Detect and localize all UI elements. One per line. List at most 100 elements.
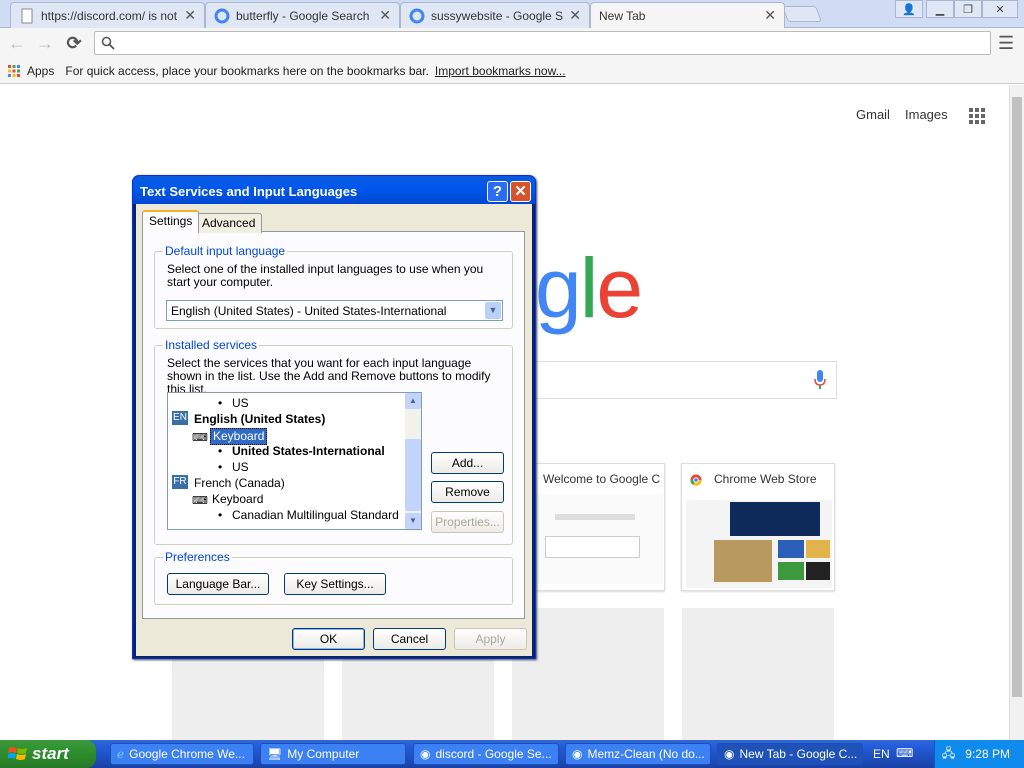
- apps-label[interactable]: Apps: [27, 64, 54, 78]
- tree-item[interactable]: Canadian Multilingual Standard: [232, 509, 399, 522]
- images-link[interactable]: Images: [905, 107, 948, 122]
- tile-title: Chrome Web Store: [714, 472, 817, 486]
- google-logo: gle: [535, 241, 643, 335]
- group-description: Select the services that you want for ea…: [167, 356, 491, 396]
- tree-bullet: •: [218, 460, 223, 474]
- keyboard-icon[interactable]: ⌨: [896, 746, 913, 760]
- taskbar-item-memz[interactable]: ◉ Memz-Clean (No do...: [565, 743, 711, 765]
- chrome-icon: ◉: [572, 747, 583, 761]
- ok-button[interactable]: OK: [292, 628, 365, 650]
- taskbar-item-label: discord - Google Se...: [435, 747, 552, 761]
- search-icon: [101, 36, 115, 50]
- apps-icon[interactable]: [8, 64, 20, 77]
- back-button[interactable]: ←: [6, 33, 28, 53]
- start-label: start: [32, 744, 69, 763]
- restore-button[interactable]: ❐: [954, 0, 982, 18]
- taskbar-item-label: My Computer: [287, 747, 360, 761]
- scrollbar-thumb[interactable]: [1012, 97, 1022, 697]
- help-button[interactable]: ?: [487, 181, 508, 202]
- close-icon[interactable]: ✕: [379, 7, 391, 24]
- microphone-icon[interactable]: [814, 370, 826, 390]
- services-tree[interactable]: • US EN English (United States) ⌨ Keyboa…: [167, 392, 422, 530]
- tile-thumbnail: [535, 494, 663, 584]
- taskbar-item-my-computer[interactable]: 🖥 My Computer: [260, 743, 406, 765]
- chevron-down-icon[interactable]: ▼: [485, 302, 501, 319]
- remove-button[interactable]: Remove: [431, 481, 504, 503]
- group-label: Installed services: [163, 338, 260, 352]
- bookmarks-hint: For quick access, place your bookmarks h…: [65, 63, 429, 78]
- taskbar-item-label: Memz-Clean (No do...: [587, 747, 705, 761]
- tab-strip: https://discord.com/ is not a ✕ butterfl…: [0, 0, 1024, 28]
- reload-button[interactable]: ⟳: [63, 33, 85, 53]
- tree-item[interactable]: Keyboard: [212, 493, 263, 506]
- google-apps-icon[interactable]: [969, 108, 985, 124]
- tree-item-language[interactable]: French (Canada): [194, 477, 285, 490]
- tree-bullet: •: [218, 444, 223, 458]
- keyboard-icon: ⌨: [192, 495, 208, 507]
- text-services-dialog: Text Services and Input Languages ? ✕ Se…: [132, 175, 536, 659]
- dialog-close-button[interactable]: ✕: [510, 181, 531, 202]
- menu-icon[interactable]: ☰: [998, 33, 1014, 54]
- group-label: Default input language: [163, 244, 288, 258]
- tree-item-keyboard-selected[interactable]: Keyboard: [210, 428, 268, 445]
- tree-scrollbar[interactable]: ▲ ▼: [405, 393, 421, 529]
- start-button[interactable]: start: [0, 740, 96, 768]
- tree-item[interactable]: United States-International: [232, 445, 385, 458]
- tab-new-tab[interactable]: New Tab ✕: [590, 2, 785, 28]
- address-bar[interactable]: [94, 31, 991, 55]
- default-language-select[interactable]: English (United States) - United States-…: [166, 300, 503, 321]
- taskbar-item-new-tab[interactable]: ◉ New Tab - Google C...: [717, 743, 863, 765]
- tab-advanced[interactable]: Advanced: [195, 213, 263, 233]
- scrollbar[interactable]: [1009, 85, 1024, 740]
- tree-item[interactable]: US: [232, 461, 249, 474]
- google-icon: [214, 8, 230, 23]
- installed-services-group: Installed services Select the services t…: [154, 338, 513, 545]
- language-code-badge: EN: [172, 411, 188, 425]
- clock[interactable]: 9:28 PM: [965, 747, 1010, 761]
- tree-item[interactable]: US: [232, 397, 249, 410]
- close-icon[interactable]: ✕: [569, 7, 581, 24]
- tab-butterfly[interactable]: butterfly - Google Search ✕: [205, 2, 400, 28]
- taskbar-item-label: Google Chrome We...: [129, 747, 245, 761]
- add-button[interactable]: Add...: [431, 452, 504, 474]
- language-bar-button[interactable]: Language Bar...: [167, 573, 269, 595]
- language-indicator[interactable]: EN: [873, 747, 890, 761]
- bookmarks-bar: Apps For quick access, place your bookma…: [0, 58, 1024, 84]
- tree-bullet: •: [218, 508, 223, 522]
- tab-sussywebsite[interactable]: sussywebsite - Google Search ✕: [400, 2, 590, 28]
- new-tab-button[interactable]: [782, 6, 822, 22]
- scroll-down-icon[interactable]: ▼: [405, 513, 421, 529]
- tree-item-language[interactable]: English (United States): [194, 413, 325, 426]
- keyboard-icon: ⌨: [192, 432, 208, 444]
- scrollbar-thumb[interactable]: [405, 439, 421, 511]
- tab-title: sussywebsite - Google Search: [431, 8, 564, 23]
- tile-chrome-web-store[interactable]: Chrome Web Store: [681, 463, 835, 591]
- apply-button[interactable]: Apply: [454, 628, 527, 650]
- import-bookmarks-link[interactable]: Import bookmarks now...: [435, 64, 566, 78]
- properties-button[interactable]: Properties...: [431, 511, 504, 533]
- minimize-button[interactable]: ▁: [926, 0, 954, 18]
- tree-bullet: •: [218, 396, 223, 410]
- key-settings-button[interactable]: Key Settings...: [284, 573, 386, 595]
- forward-button[interactable]: →: [34, 33, 56, 53]
- taskbar-item-ie[interactable]: ℯ Google Chrome We...: [110, 743, 254, 765]
- gmail-link[interactable]: Gmail: [856, 107, 890, 122]
- taskbar-item-discord[interactable]: ◉ discord - Google Se...: [413, 743, 559, 765]
- dialog-titlebar[interactable]: Text Services and Input Languages: [133, 176, 535, 204]
- google-icon: [409, 8, 425, 23]
- network-icon[interactable]: 🖧: [942, 744, 955, 765]
- scroll-up-icon[interactable]: ▲: [405, 393, 421, 409]
- close-icon[interactable]: ✕: [764, 7, 776, 24]
- window-close-button[interactable]: ✕: [982, 0, 1018, 18]
- group-label: Preferences: [163, 550, 232, 564]
- tile-welcome[interactable]: Welcome to Google C: [535, 463, 665, 591]
- tab-settings[interactable]: Settings: [142, 210, 200, 233]
- page-icon: [21, 8, 33, 23]
- tab-discord[interactable]: https://discord.com/ is not a ✕: [10, 2, 205, 28]
- close-icon[interactable]: ✕: [184, 7, 196, 24]
- chrome-icon: ◉: [724, 747, 735, 761]
- profile-icon[interactable]: 👤: [895, 0, 923, 18]
- google-search-box[interactable]: [535, 361, 837, 399]
- cancel-button[interactable]: Cancel: [373, 628, 446, 650]
- chrome-icon: ◉: [420, 747, 431, 761]
